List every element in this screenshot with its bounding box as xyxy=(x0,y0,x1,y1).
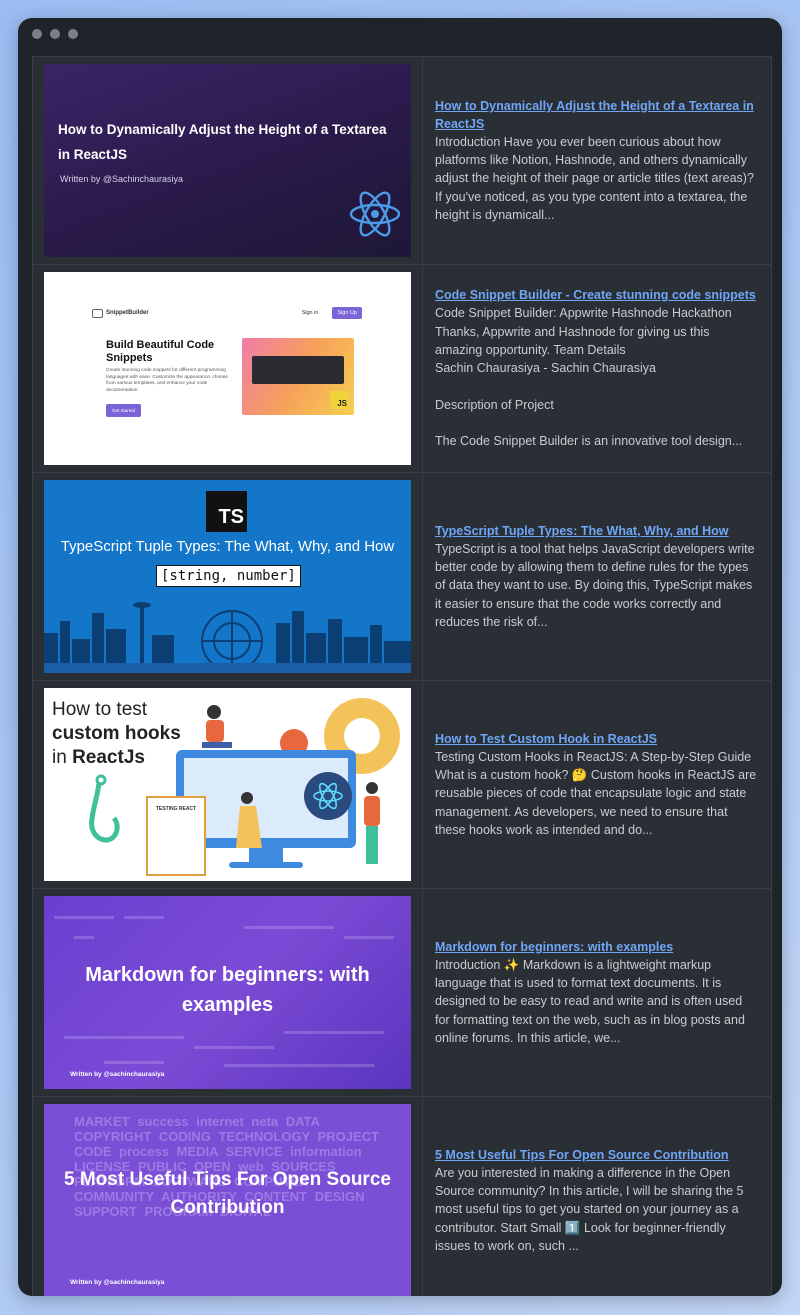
thumbnail-logo: SnippetBuilder xyxy=(92,308,149,318)
thumbnail-description: Create stunning code snippets for differ… xyxy=(106,368,228,393)
table-row: MARKET success internet neta DATA COPYRI… xyxy=(33,1097,771,1296)
post-title-link[interactable]: How to Test Custom Hook in ReactJS xyxy=(435,730,757,748)
post-excerpt: Code Snippet Builder: Appwrite Hashnode … xyxy=(435,306,743,449)
thumbnail-cta: Get Started xyxy=(106,404,142,417)
thumbnail-navbar: SnippetBuilder Sign in Sign Up xyxy=(92,307,362,319)
thumbnail-cell: How to test custom hooks in ReactJs TEST… xyxy=(33,681,423,888)
post-title-link[interactable]: How to Dynamically Adjust the Height of … xyxy=(435,97,757,133)
post-title-link[interactable]: Markdown for beginners: with examples xyxy=(435,938,757,956)
post-text-cell: Markdown for beginners: with examples In… xyxy=(423,889,771,1096)
thumbnail-cell: MARKET success internet neta DATA COPYRI… xyxy=(33,1097,423,1296)
post-excerpt: TypeScript is a tool that helps JavaScri… xyxy=(435,541,755,629)
blog-post-table: How to Dynamically Adjust the Height of … xyxy=(32,56,772,1296)
thumbnail-brand: SnippetBuilder xyxy=(106,310,149,316)
react-icon xyxy=(349,191,401,237)
code-window xyxy=(252,356,344,384)
table-row: How to test custom hooks in ReactJs TEST… xyxy=(33,681,771,889)
thumbnail-byline: Written by @Sachinchaurasiya xyxy=(60,174,184,184)
city-skyline-illustration xyxy=(44,602,411,673)
post-excerpt: Are you interested in making a differenc… xyxy=(435,1165,744,1253)
close-window-dot[interactable] xyxy=(32,29,42,39)
code-icon xyxy=(92,308,103,318)
thumbnail-heading: 5 Most Useful Tips For Open Source Contr… xyxy=(64,1169,391,1218)
testing-illustration xyxy=(89,698,400,868)
table-row: TS TypeScript Tuple Types: The What, Why… xyxy=(33,473,771,681)
typescript-badge: TS xyxy=(206,491,247,532)
testing-react-card: TESTING REACT xyxy=(146,796,206,876)
maximize-window-dot[interactable] xyxy=(68,29,78,39)
thumbnail-heading: How to Dynamically Adjust the Height of … xyxy=(58,122,387,162)
table-row: SnippetBuilder Sign in Sign Up Build Bea… xyxy=(33,265,771,473)
thumbnail-heading: Markdown for beginners: with examples xyxy=(85,964,370,1016)
post-thumbnail[interactable]: How to Dynamically Adjust the Height of … xyxy=(44,64,411,257)
post-thumbnail[interactable]: MARKET success internet neta DATA COPYRI… xyxy=(44,1104,411,1296)
post-thumbnail[interactable]: SnippetBuilder Sign in Sign Up Build Bea… xyxy=(44,272,411,465)
post-text-cell: TypeScript Tuple Types: The What, Why, a… xyxy=(423,473,771,680)
post-text-cell: How to Test Custom Hook in ReactJS Testi… xyxy=(423,681,771,888)
post-title-link[interactable]: TypeScript Tuple Types: The What, Why, a… xyxy=(435,522,757,540)
thumbnail-byline: Written by @sachinchaurasiya xyxy=(70,1279,165,1286)
thumbnail-cell: How to Dynamically Adjust the Height of … xyxy=(33,57,423,264)
thumbnail-cell: Markdown for beginners: with examples Wr… xyxy=(33,889,423,1096)
post-excerpt: Testing Custom Hooks in ReactJS: A Step-… xyxy=(435,749,757,837)
browser-window: How to Dynamically Adjust the Height of … xyxy=(18,18,782,1296)
table-row: How to Dynamically Adjust the Height of … xyxy=(33,57,771,265)
thumbnail-heading: Build Beautiful Code Snippets xyxy=(106,339,215,364)
post-text-cell: Code Snippet Builder - Create stunning c… xyxy=(423,265,771,472)
post-title-link[interactable]: 5 Most Useful Tips For Open Source Contr… xyxy=(435,1146,757,1164)
thumbnail-signin: Sign in xyxy=(301,310,319,316)
post-thumbnail[interactable]: TS TypeScript Tuple Types: The What, Why… xyxy=(44,480,411,673)
post-thumbnail[interactable]: Markdown for beginners: with examples Wr… xyxy=(44,896,411,1089)
thumbnail-cell: TS TypeScript Tuple Types: The What, Why… xyxy=(33,473,423,680)
thumbnail-nav-actions: Sign in Sign Up xyxy=(302,307,362,319)
thumbnail-cell: SnippetBuilder Sign in Sign Up Build Bea… xyxy=(33,265,423,472)
post-excerpt: Introduction Have you ever been curious … xyxy=(435,134,754,222)
post-title-link[interactable]: Code Snippet Builder - Create stunning c… xyxy=(435,286,757,304)
post-text-cell: How to Dynamically Adjust the Height of … xyxy=(423,57,771,264)
minimize-window-dot[interactable] xyxy=(50,29,60,39)
thumbnail-byline: Written by @sachinchaurasiya xyxy=(70,1071,165,1078)
thumbnail-heading: TypeScript Tuple Types: The What, Why, a… xyxy=(60,538,395,555)
js-badge: JS xyxy=(330,391,348,409)
thumbnail-signup: Sign Up xyxy=(332,307,362,319)
table-row: Markdown for beginners: with examples Wr… xyxy=(33,889,771,1097)
post-text-cell: 5 Most Useful Tips For Open Source Contr… xyxy=(423,1097,771,1296)
window-titlebar xyxy=(18,18,782,50)
thumbnail-code: [string, number] xyxy=(156,565,301,587)
post-thumbnail[interactable]: How to test custom hooks in ReactJs TEST… xyxy=(44,688,411,881)
snippet-artwork: JS xyxy=(242,338,354,415)
post-excerpt: Introduction ✨ Markdown is a lightweight… xyxy=(435,957,745,1045)
